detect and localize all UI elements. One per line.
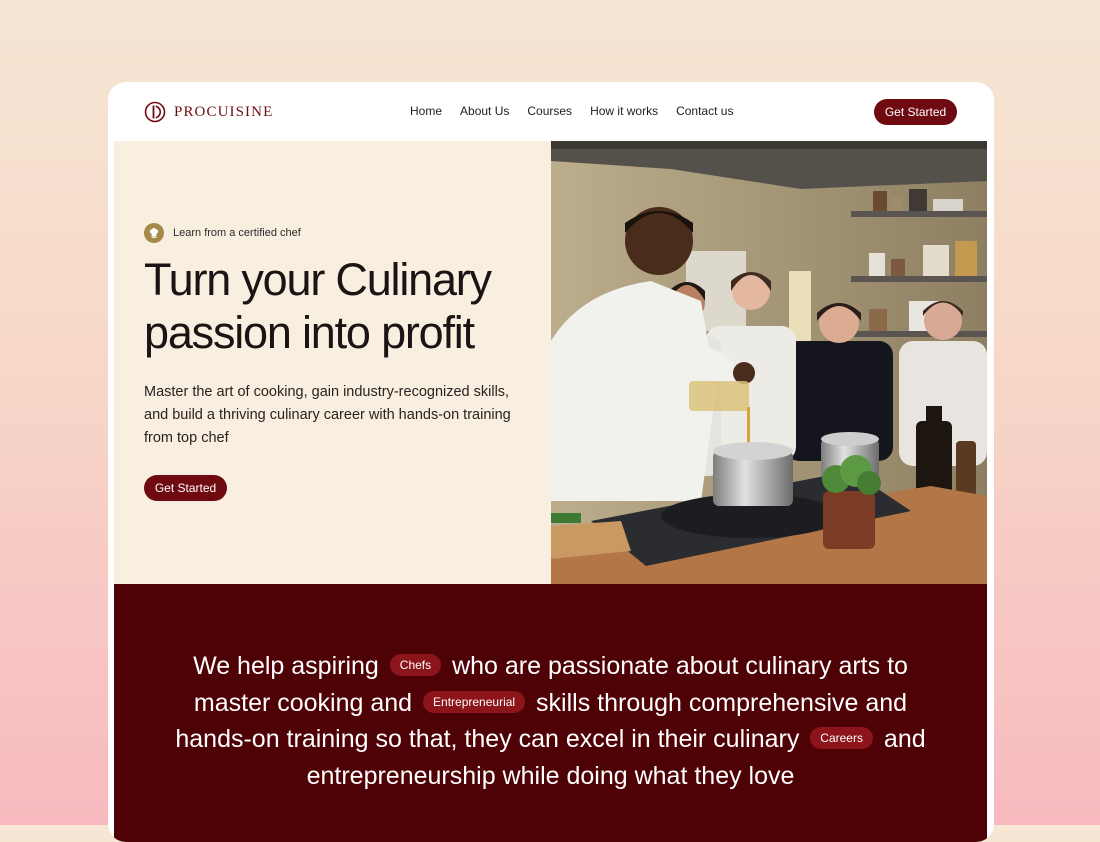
hero-title-line2: passion into profit xyxy=(144,307,475,358)
hero-badge: Learn from a certified chef xyxy=(144,223,301,243)
hero-description: Master the art of cooking, gain industry… xyxy=(144,384,511,446)
mission-text-1: We help aspiring xyxy=(193,652,379,680)
nav-link-how-it-works[interactable]: How it works xyxy=(590,104,658,118)
hero-title-line1: Turn your Culinary xyxy=(144,254,492,305)
navbar: PROCUISINE Home About Us Courses How it … xyxy=(108,82,994,142)
hero-section: Learn from a certified chef Turn your Cu… xyxy=(114,141,551,584)
chef-hat-icon xyxy=(144,223,164,243)
hero-title: Turn your Culinary passion into profit xyxy=(144,253,544,359)
chefs-cooking-class-photo xyxy=(551,141,987,584)
nav-links: Home About Us Courses How it works Conta… xyxy=(410,104,733,118)
mission-section: We help aspiring Chefs who are passionat… xyxy=(114,584,987,842)
hero-badge-text: Learn from a certified chef xyxy=(173,227,301,239)
hero-image xyxy=(551,141,987,584)
mission-statement: We help aspiring Chefs who are passionat… xyxy=(159,648,942,794)
brand-name: PROCUISINE xyxy=(174,103,274,120)
logo[interactable]: PROCUISINE xyxy=(144,101,273,123)
nav-link-courses[interactable]: Courses xyxy=(527,104,572,118)
nav-link-home[interactable]: Home xyxy=(410,104,442,118)
nav-get-started-button[interactable]: Get Started xyxy=(874,99,957,125)
logo-icon xyxy=(144,101,166,123)
nav-link-contact[interactable]: Contact us xyxy=(676,104,733,118)
tag-entrepreneurial: Entrepreneurial xyxy=(423,690,526,713)
nav-link-about[interactable]: About Us xyxy=(460,104,509,118)
hero-get-started-button[interactable]: Get Started xyxy=(144,475,227,501)
tag-chefs: Chefs xyxy=(389,654,442,677)
browser-frame: PROCUISINE Home About Us Courses How it … xyxy=(108,82,994,842)
tag-careers: Careers xyxy=(810,727,873,750)
